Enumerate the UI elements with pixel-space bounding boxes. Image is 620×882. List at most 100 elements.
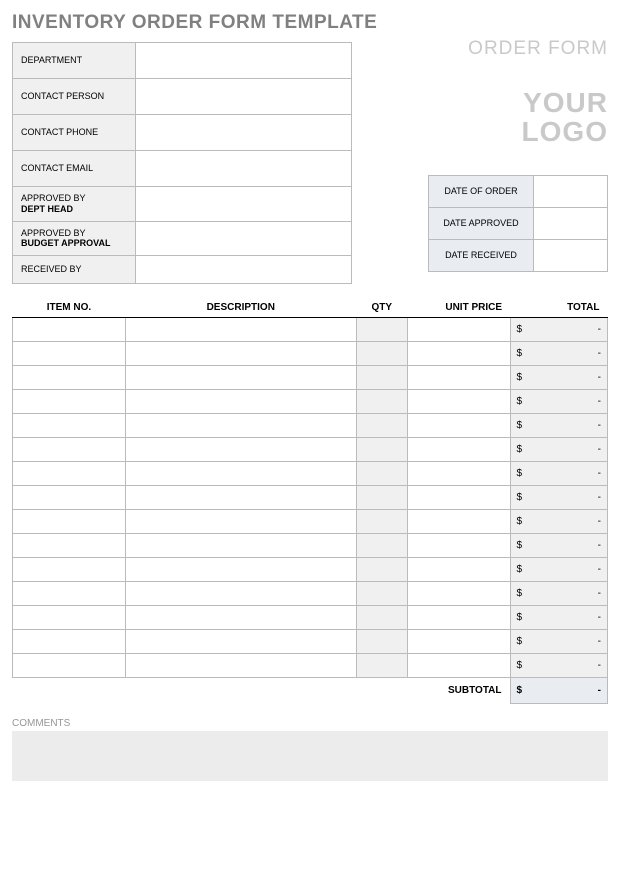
cell-description[interactable] (125, 582, 356, 606)
cell-unit-price[interactable] (407, 606, 510, 630)
cell-item-no[interactable] (13, 414, 126, 438)
cell-qty[interactable] (356, 462, 407, 486)
cell-unit-price[interactable] (407, 390, 510, 414)
cell-qty[interactable] (356, 510, 407, 534)
cell-qty[interactable] (356, 318, 407, 342)
cell-description[interactable] (125, 366, 356, 390)
cell-total: $- (510, 654, 607, 678)
cell-description[interactable] (125, 462, 356, 486)
subtotal-row: SUBTOTAL$- (13, 678, 608, 704)
table-row: $- (13, 366, 608, 390)
cell-unit-price[interactable] (407, 534, 510, 558)
cell-qty[interactable] (356, 654, 407, 678)
cell-item-no[interactable] (13, 510, 126, 534)
cell-qty[interactable] (356, 534, 407, 558)
cell-unit-price[interactable] (407, 486, 510, 510)
cell-unit-price[interactable] (407, 318, 510, 342)
cell-description[interactable] (125, 342, 356, 366)
cell-unit-price[interactable] (407, 510, 510, 534)
cell-unit-price[interactable] (407, 342, 510, 366)
cell-item-no[interactable] (13, 582, 126, 606)
cell-qty[interactable] (356, 486, 407, 510)
date-value[interactable] (534, 239, 608, 271)
cell-item-no[interactable] (13, 486, 126, 510)
cell-qty[interactable] (356, 390, 407, 414)
info-panel: DEPARTMENTCONTACT PERSONCONTACT PHONECON… (12, 42, 352, 284)
info-value[interactable] (136, 187, 352, 222)
cell-qty[interactable] (356, 438, 407, 462)
info-label: DEPARTMENT (13, 43, 136, 79)
date-value[interactable] (534, 175, 608, 207)
cell-total: $- (510, 486, 607, 510)
date-value[interactable] (534, 207, 608, 239)
cell-item-no[interactable] (13, 438, 126, 462)
cell-qty[interactable] (356, 630, 407, 654)
table-row: $- (13, 558, 608, 582)
cell-unit-price[interactable] (407, 654, 510, 678)
cell-total: $- (510, 414, 607, 438)
cell-total: $- (510, 582, 607, 606)
cell-description[interactable] (125, 510, 356, 534)
items-table: ITEM NO. DESCRIPTION QTY UNIT PRICE TOTA… (12, 298, 608, 704)
cell-qty[interactable] (356, 582, 407, 606)
cell-description[interactable] (125, 534, 356, 558)
cell-total: $- (510, 630, 607, 654)
cell-item-no[interactable] (13, 558, 126, 582)
cell-unit-price[interactable] (407, 462, 510, 486)
table-row: $- (13, 534, 608, 558)
info-label: CONTACT PHONE (13, 115, 136, 151)
cell-item-no[interactable] (13, 630, 126, 654)
table-row: $- (13, 510, 608, 534)
cell-description[interactable] (125, 486, 356, 510)
logo-line-2: LOGO (522, 116, 608, 147)
cell-description[interactable] (125, 414, 356, 438)
info-value[interactable] (136, 221, 352, 256)
items-section: ITEM NO. DESCRIPTION QTY UNIT PRICE TOTA… (12, 298, 608, 704)
cell-qty[interactable] (356, 606, 407, 630)
cell-item-no[interactable] (13, 606, 126, 630)
cell-unit-price[interactable] (407, 438, 510, 462)
col-header-description: DESCRIPTION (125, 298, 356, 318)
col-header-unit-price: UNIT PRICE (407, 298, 510, 318)
subtotal-label: SUBTOTAL (13, 678, 511, 704)
info-value[interactable] (136, 79, 352, 115)
cell-item-no[interactable] (13, 390, 126, 414)
cell-unit-price[interactable] (407, 630, 510, 654)
cell-description[interactable] (125, 558, 356, 582)
cell-unit-price[interactable] (407, 558, 510, 582)
cell-unit-price[interactable] (407, 414, 510, 438)
table-row: $- (13, 342, 608, 366)
cell-item-no[interactable] (13, 342, 126, 366)
info-value[interactable] (136, 43, 352, 79)
cell-item-no[interactable] (13, 654, 126, 678)
cell-description[interactable] (125, 318, 356, 342)
cell-unit-price[interactable] (407, 366, 510, 390)
cell-unit-price[interactable] (407, 582, 510, 606)
cell-description[interactable] (125, 438, 356, 462)
info-value[interactable] (136, 115, 352, 151)
items-header-row: ITEM NO. DESCRIPTION QTY UNIT PRICE TOTA… (13, 298, 608, 318)
cell-item-no[interactable] (13, 462, 126, 486)
cell-total: $- (510, 462, 607, 486)
date-label: DATE APPROVED (429, 207, 534, 239)
cell-item-no[interactable] (13, 534, 126, 558)
col-header-qty: QTY (356, 298, 407, 318)
date-table: DATE OF ORDERDATE APPROVEDDATE RECEIVED (428, 175, 608, 272)
cell-qty[interactable] (356, 558, 407, 582)
cell-qty[interactable] (356, 414, 407, 438)
top-section: DEPARTMENTCONTACT PERSONCONTACT PHONECON… (12, 42, 608, 284)
cell-description[interactable] (125, 390, 356, 414)
comments-input[interactable] (12, 731, 608, 781)
cell-qty[interactable] (356, 342, 407, 366)
cell-description[interactable] (125, 654, 356, 678)
info-value[interactable] (136, 151, 352, 187)
cell-total: $- (510, 342, 607, 366)
cell-description[interactable] (125, 606, 356, 630)
cell-total: $- (510, 606, 607, 630)
cell-description[interactable] (125, 630, 356, 654)
cell-item-no[interactable] (13, 318, 126, 342)
table-row: $- (13, 414, 608, 438)
cell-qty[interactable] (356, 366, 407, 390)
cell-item-no[interactable] (13, 366, 126, 390)
info-value[interactable] (136, 256, 352, 284)
